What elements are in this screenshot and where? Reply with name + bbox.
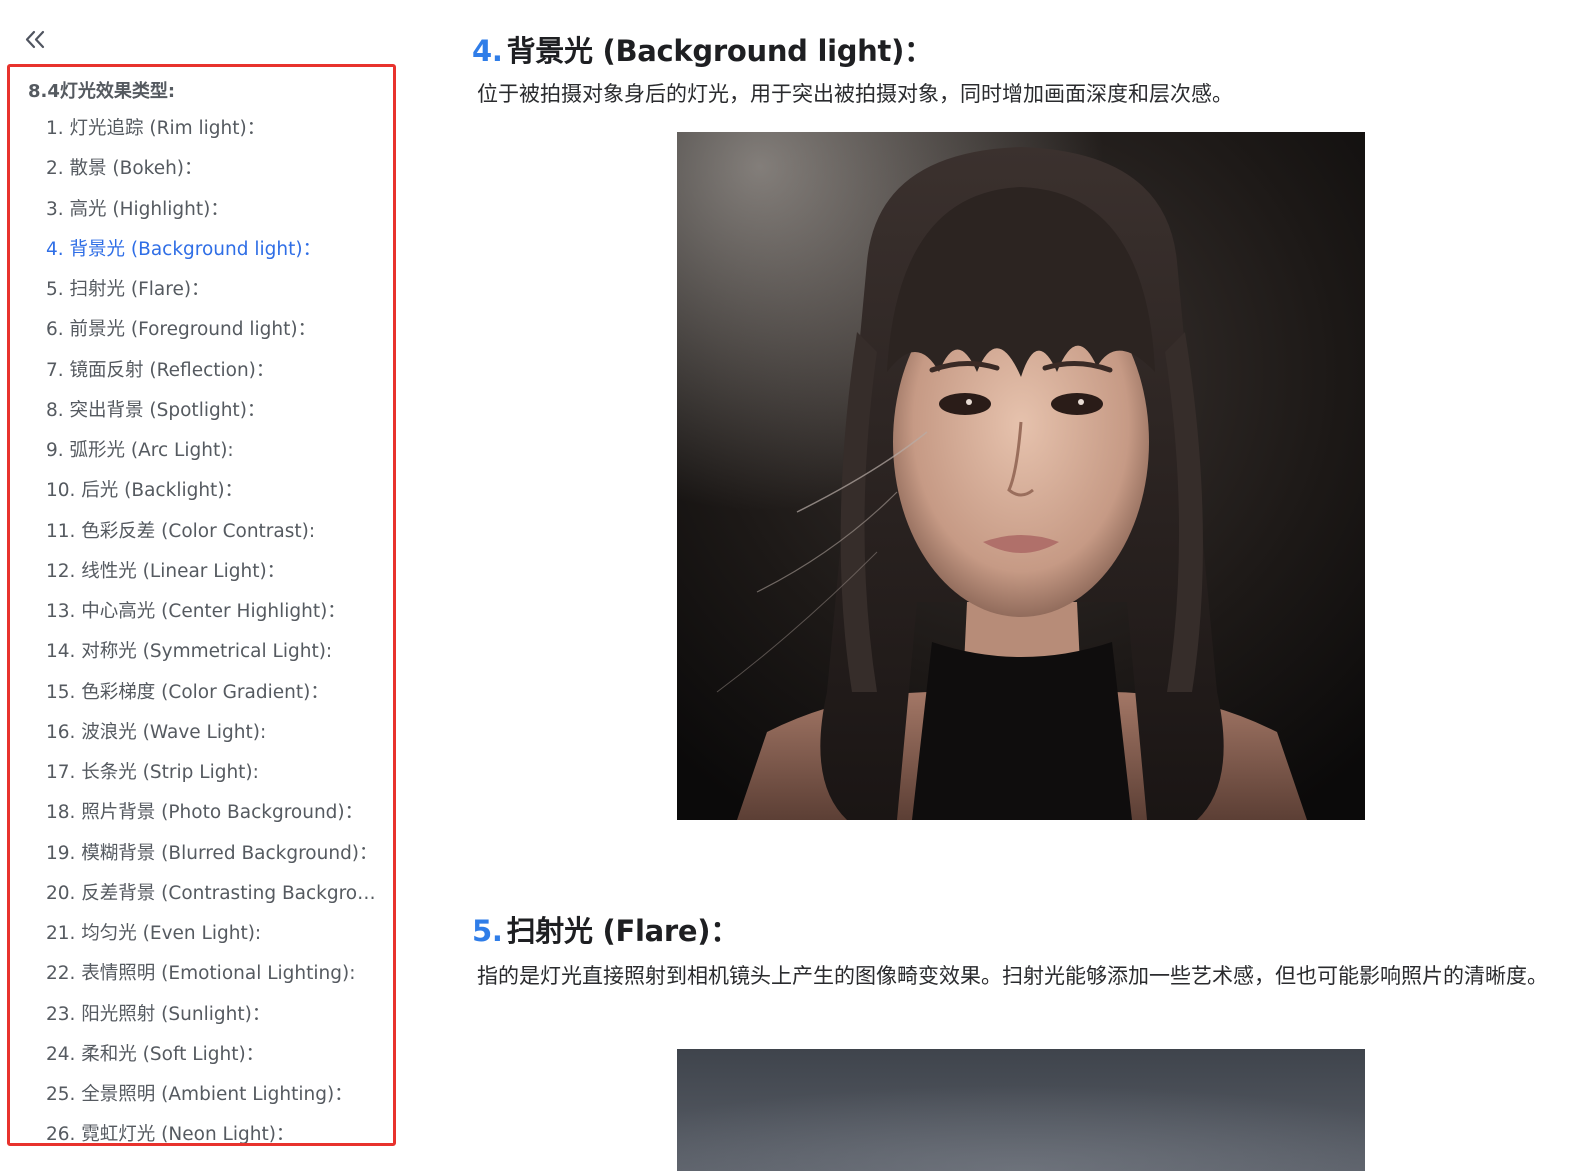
toc-item[interactable]: 25. 全景照明 (Ambient Lighting)：: [46, 1081, 380, 1121]
section-paragraph-background-light: 位于被拍摄对象身后的灯光，用于突出被拍摄对象，同时增加画面深度和层次感。: [470, 76, 1552, 112]
collapse-toc-button[interactable]: [22, 26, 50, 54]
toc-item[interactable]: 17. 长条光 (Strip Light):: [46, 759, 380, 799]
toc-item[interactable]: 1. 灯光追踪 (Rim light)：: [46, 115, 380, 155]
toc-item[interactable]: 14. 对称光 (Symmetrical Light):: [46, 638, 380, 678]
toc-item[interactable]: 13. 中心高光 (Center Highlight)：: [46, 598, 380, 638]
toc-item[interactable]: 7. 镜面反射 (Reflection)：: [46, 357, 380, 397]
toc-item[interactable]: 10. 后光 (Backlight)：: [46, 477, 380, 517]
flare-photo: [677, 1049, 1365, 1171]
toc-item[interactable]: 4. 背景光 (Background light)：: [46, 236, 380, 276]
section-heading-background-light: 4. 背景光 (Background light)：: [472, 28, 933, 70]
section-paragraph-flare: 指的是灯光直接照射到相机镜头上产生的图像畸变效果。扫射光能够添加一些艺术感，但也…: [470, 958, 1552, 994]
toc-item[interactable]: 22. 表情照明 (Emotional Lighting):: [46, 960, 380, 1000]
toc-item[interactable]: 26. 霓虹灯光 (Neon Light)：: [46, 1121, 380, 1143]
toc-item[interactable]: 11. 色彩反差 (Color Contrast):: [46, 518, 380, 558]
section-number: 4.: [472, 34, 503, 68]
toc-title[interactable]: 8.4灯光效果类型:: [28, 77, 175, 103]
paragraph-text: 指的是灯光直接照射到相机镜头上产生的图像畸变效果。扫射光能够添加一些艺术感，但也…: [477, 964, 1548, 988]
section-number: 5.: [472, 914, 503, 948]
toc-item[interactable]: 6. 前景光 (Foreground light)：: [46, 316, 380, 356]
section-title: 背景光 (Background light)：: [506, 34, 933, 68]
toc-item[interactable]: 18. 照片背景 (Photo Background)：: [46, 799, 380, 839]
toc-list: 1. 灯光追踪 (Rim light)： 2. 散景 (Bokeh)： 3. 高光 …: [46, 115, 380, 1143]
toc-item[interactable]: 9. 弧形光 (Arc Light):: [46, 437, 380, 477]
toc-item[interactable]: 20. 反差背景 (Contrasting Background...: [46, 880, 380, 920]
toc-item[interactable]: 3. 高光 (Highlight)：: [46, 196, 380, 236]
paragraph-text: 位于被拍摄对象身后的灯光，用于突出被拍摄对象，同时增加画面深度和层次感。: [477, 82, 1233, 106]
table-of-contents: 8.4灯光效果类型: 1. 灯光追踪 (Rim light)： 2. 散景 (Bo…: [7, 64, 396, 1146]
double-chevron-left-icon: [25, 30, 45, 49]
toc-item[interactable]: 2. 散景 (Bokeh)：: [46, 155, 380, 195]
toc-item[interactable]: 23. 阳光照射 (Sunlight)：: [46, 1001, 380, 1041]
portrait-photo-backlit: [677, 132, 1365, 820]
toc-item[interactable]: 16. 波浪光 (Wave Light):: [46, 719, 380, 759]
toc-item[interactable]: 19. 模糊背景 (Blurred Background)：: [46, 840, 380, 880]
toc-item[interactable]: 8. 突出背景 (Spotlight)：: [46, 397, 380, 437]
toc-item[interactable]: 21. 均匀光 (Even Light):: [46, 920, 380, 960]
toc-item[interactable]: 24. 柔和光 (Soft Light)：: [46, 1041, 380, 1081]
toc-item[interactable]: 12. 线性光 (Linear Light)：: [46, 558, 380, 598]
page: 8.4灯光效果类型: 1. 灯光追踪 (Rim light)： 2. 散景 (Bo…: [0, 0, 1576, 1171]
toc-item[interactable]: 5. 扫射光 (Flare)：: [46, 276, 380, 316]
section-title: 扫射光 (Flare)：: [506, 914, 740, 948]
section-heading-flare: 5. 扫射光 (Flare)：: [472, 908, 739, 950]
toc-item[interactable]: 15. 色彩梯度 (Color Gradient)：: [46, 679, 380, 719]
